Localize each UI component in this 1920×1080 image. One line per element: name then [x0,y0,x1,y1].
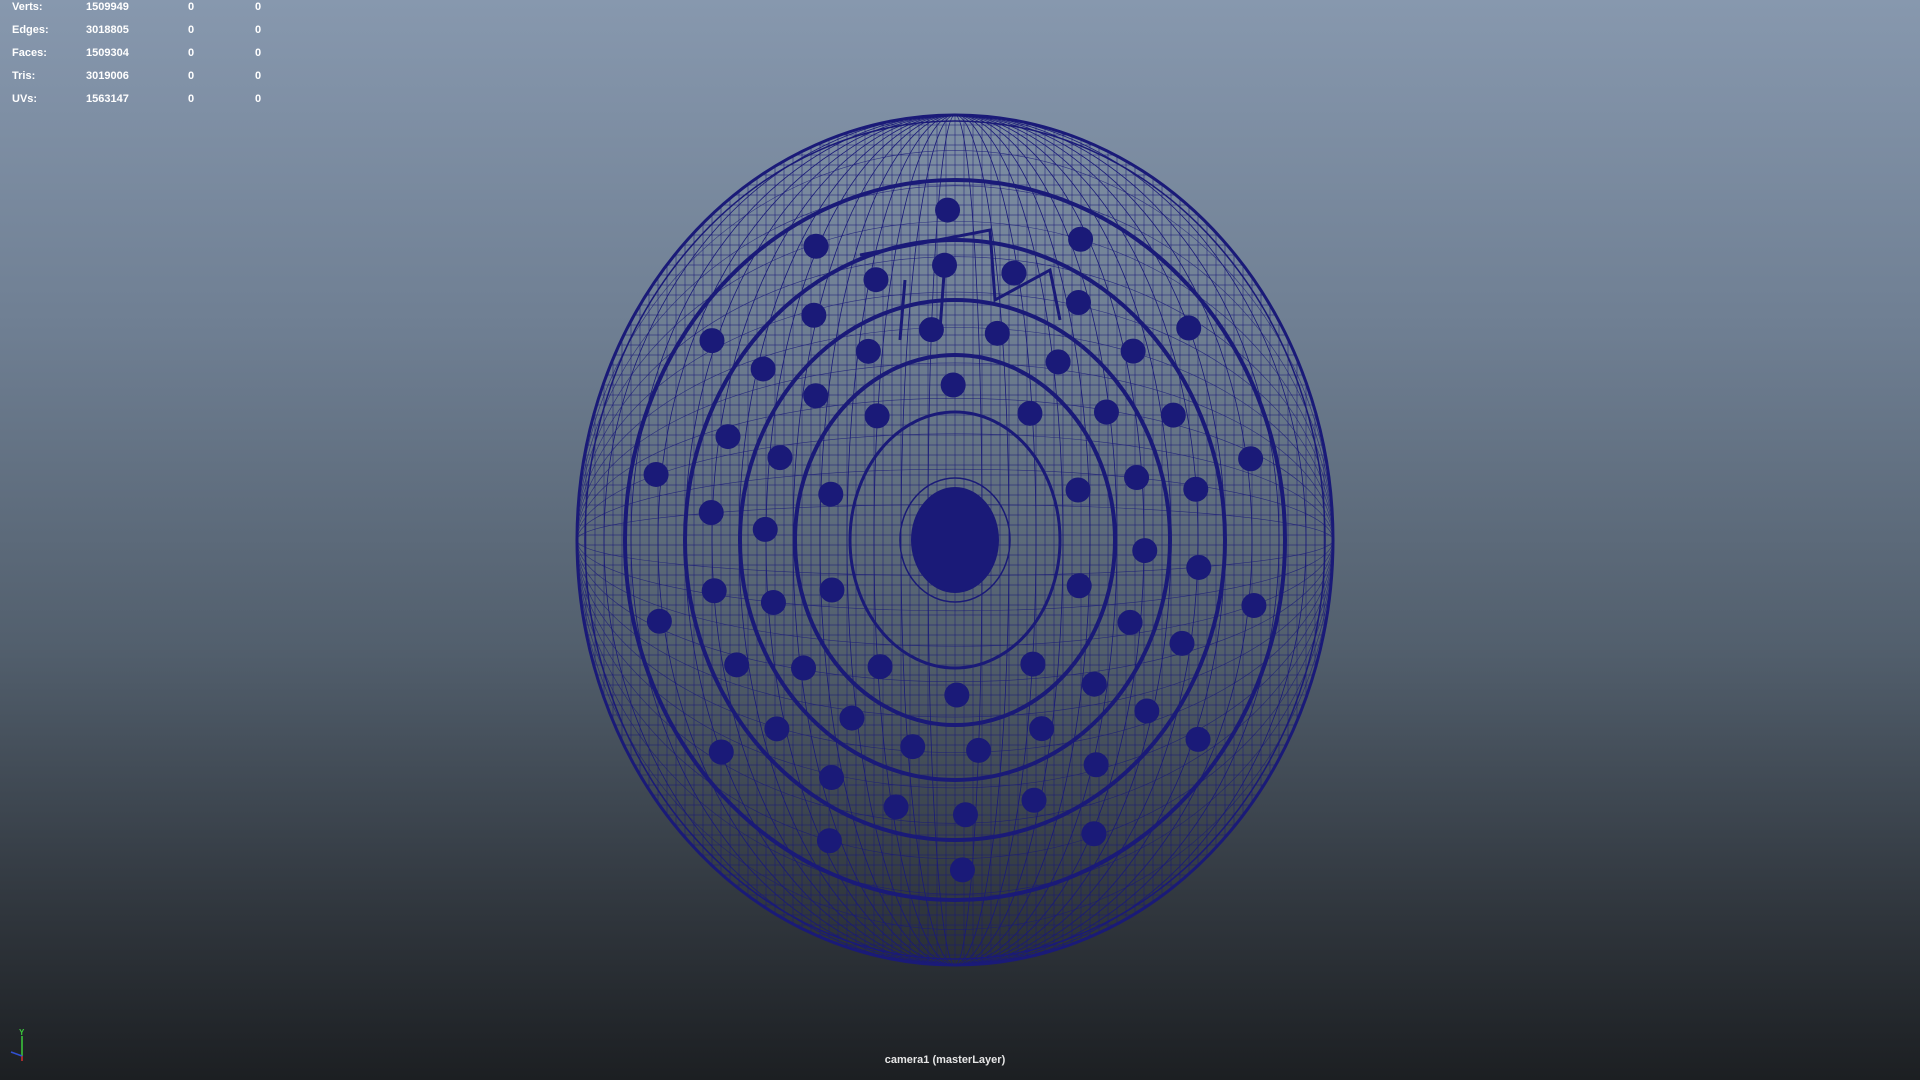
nozzle [863,267,889,293]
nozzle [767,445,793,471]
center-hub [911,487,999,593]
nozzle [1186,554,1212,580]
nozzle [1017,400,1043,426]
nozzle [701,578,727,604]
nozzle [1001,260,1027,286]
3d-viewport[interactable]: Verts: 1509949 0 0 Edges: 3018805 0 0 Fa… [0,0,1920,1080]
nozzle [791,655,817,681]
nozzle [1065,477,1091,503]
nozzle [801,302,827,328]
nozzle [1021,787,1047,813]
nozzle [935,197,961,223]
nozzle [1183,476,1209,502]
svg-text:Y: Y [19,1028,25,1037]
nozzle [715,424,741,450]
nozzle [1066,290,1092,316]
nozzle [966,737,992,763]
nozzle [1020,651,1046,677]
nozzle [900,734,926,760]
nozzle [1081,671,1107,697]
nozzle [752,516,778,542]
nozzle [855,338,881,364]
nozzle [708,739,734,765]
nozzle [816,828,842,854]
nozzle [1066,573,1092,599]
nozzle [803,233,829,259]
axis-gizmo-icon: Y [10,1028,25,1061]
nozzle [1093,399,1119,425]
nozzle [949,857,975,883]
nozzle [864,403,890,429]
nozzle [643,461,669,487]
nozzle [724,652,750,678]
nozzle [646,608,672,634]
nozzle [1241,593,1267,619]
nozzle [883,794,909,820]
nozzle [699,328,725,354]
nozzle [1132,538,1158,564]
nozzle [1081,821,1107,847]
nozzle [1045,349,1071,375]
nozzle [940,372,966,398]
nozzle [760,589,786,615]
nozzle [819,577,845,603]
nozzle [1238,446,1264,472]
nozzle [818,481,844,507]
nozzle [1083,752,1109,778]
nozzle [839,705,865,731]
nozzle [984,320,1010,346]
wireframe-mesh[interactable] [0,0,1920,1080]
nozzle [1117,609,1143,635]
nozzle [1029,716,1055,742]
nozzle [803,383,829,409]
nozzle [750,356,776,382]
nozzle [698,500,724,526]
nozzle [1169,630,1195,656]
nozzle [944,682,970,708]
nozzle [1120,338,1146,364]
nozzle [1160,402,1186,428]
nozzle [952,802,978,828]
nozzle [1124,465,1150,491]
nozzle [1185,726,1211,752]
nozzle [764,716,790,742]
nozzle [867,654,893,680]
nozzle [1134,698,1160,724]
nozzle [818,764,844,790]
nozzle [1176,315,1202,341]
nozzle [1068,226,1094,252]
camera-name-label: camera1 (masterLayer) [884,1054,1006,1066]
